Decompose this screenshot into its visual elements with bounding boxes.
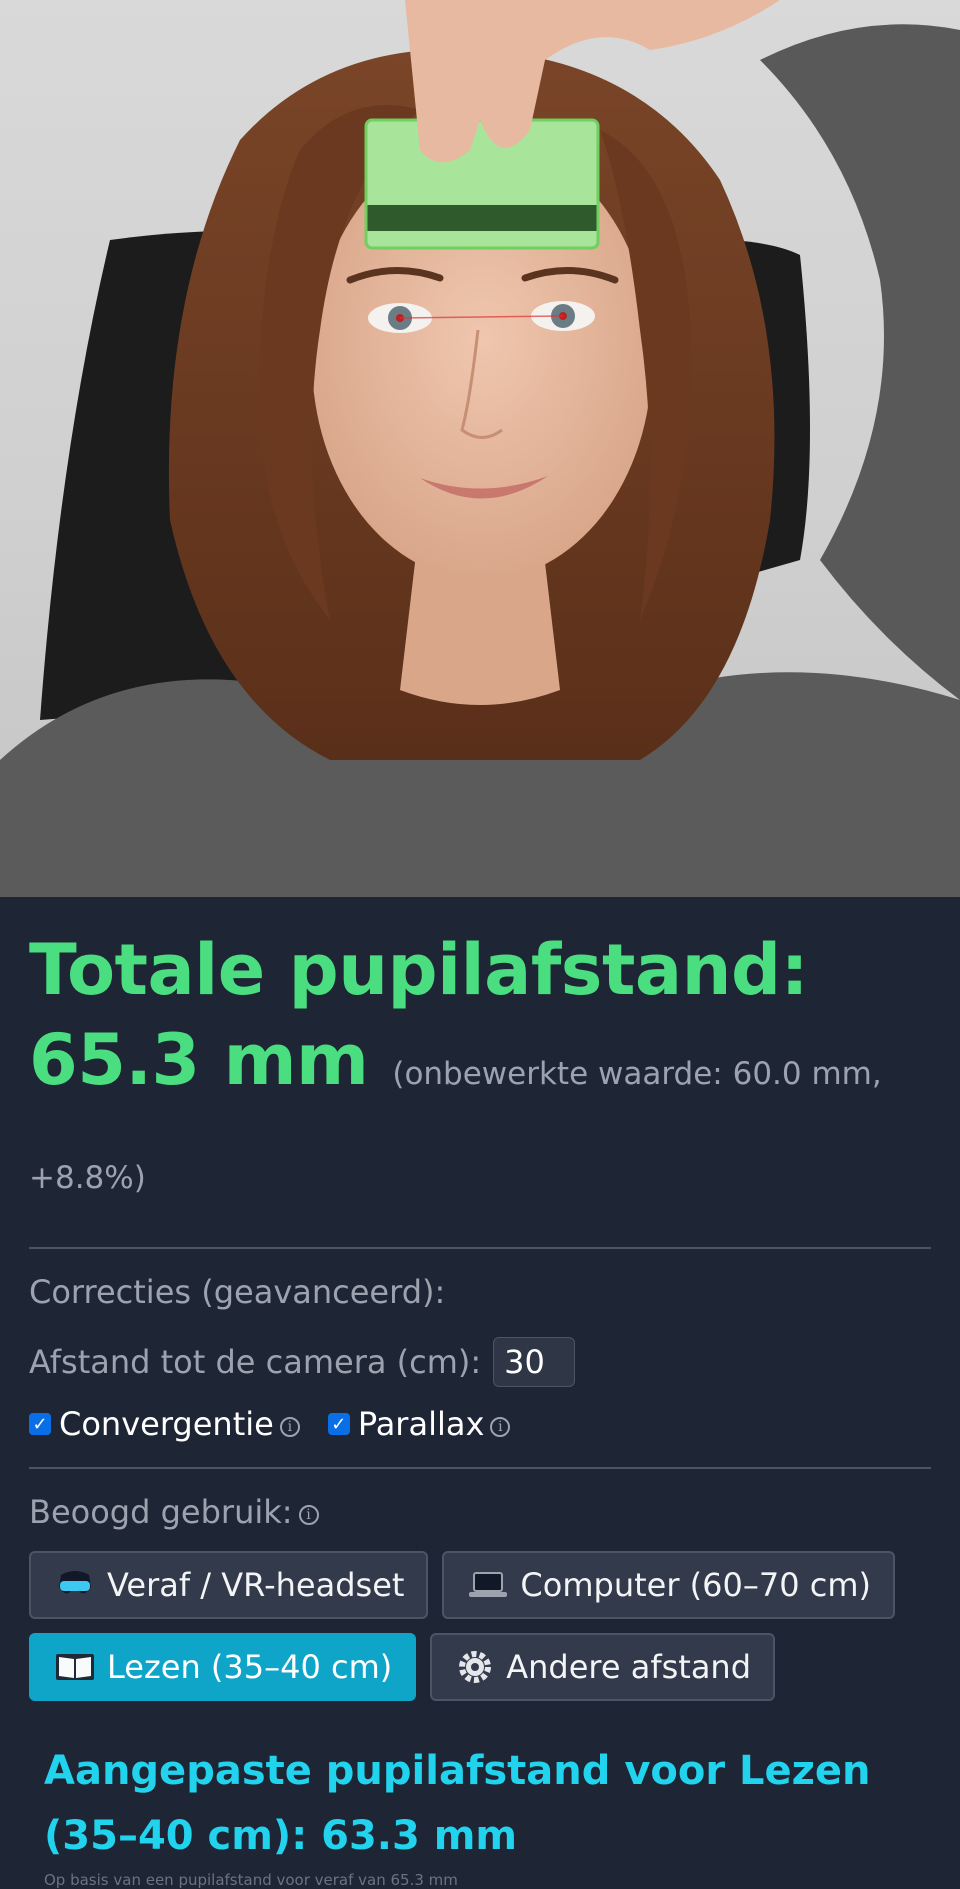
usage-far-vr-button[interactable]: Veraf / VR-headset bbox=[29, 1551, 429, 1619]
usage-heading: Beoogd gebruik: i bbox=[29, 1491, 931, 1533]
info-icon[interactable]: i bbox=[298, 1505, 319, 1525]
usage-computer-button[interactable]: Computer (60–70 cm) bbox=[442, 1551, 896, 1619]
divider bbox=[29, 1247, 931, 1249]
adjusted-pd-note: Op basis van een pupilafstand voor veraf… bbox=[44, 1871, 458, 1889]
distance-input[interactable] bbox=[493, 1337, 576, 1387]
distance-label: Afstand tot de camera (cm): bbox=[29, 1343, 482, 1381]
pupil-measurement-photo bbox=[0, 0, 960, 897]
adjusted-pd-title: Aangepaste pupilafstand voor Lezen (35–4… bbox=[44, 1748, 871, 1859]
corrections-heading: Correcties (geavanceerd): bbox=[29, 1273, 446, 1311]
usage-options: Veraf / VR-headset Computer (60–70 cm) L… bbox=[29, 1551, 931, 1701]
book-icon bbox=[55, 1652, 95, 1682]
distance-row: Afstand tot de camera (cm): bbox=[29, 1337, 931, 1387]
convergence-option[interactable]: ✓ Convergentie i bbox=[29, 1405, 300, 1443]
gear-icon bbox=[456, 1648, 494, 1686]
convergence-checkbox[interactable]: ✓ bbox=[29, 1413, 51, 1435]
info-icon[interactable]: i bbox=[490, 1417, 511, 1437]
convergence-label: Convergentie bbox=[59, 1405, 274, 1443]
parallax-label: Parallax bbox=[357, 1405, 485, 1443]
info-icon[interactable]: i bbox=[279, 1417, 300, 1437]
usage-other-distance-button[interactable]: Andere afstand bbox=[430, 1633, 776, 1701]
usage-option-label: Veraf / VR-headset bbox=[107, 1566, 405, 1604]
total-pd-heading: Totale pupilafstand: 65.3 mm (onbewerkte… bbox=[29, 925, 931, 1223]
parallax-checkbox[interactable]: ✓ bbox=[327, 1413, 350, 1435]
parallax-option[interactable]: ✓ Parallax i bbox=[327, 1405, 511, 1443]
usage-reading-button[interactable]: Lezen (35–40 cm) bbox=[29, 1633, 417, 1701]
correction-checkboxes: ✓ Convergentie i ✓ Parallax i bbox=[29, 1405, 931, 1443]
adjusted-result: Aangepaste pupilafstand voor Lezen (35–4… bbox=[44, 1739, 931, 1889]
usage-option-label: Lezen (35–40 cm) bbox=[107, 1648, 393, 1686]
laptop-icon bbox=[468, 1570, 508, 1600]
usage-option-label: Computer (60–70 cm) bbox=[520, 1566, 872, 1604]
usage-option-label: Andere afstand bbox=[506, 1648, 752, 1686]
usage-heading-label: Beoogd gebruik: bbox=[29, 1493, 293, 1531]
divider bbox=[29, 1467, 931, 1469]
vr-headset-icon bbox=[55, 1569, 95, 1601]
